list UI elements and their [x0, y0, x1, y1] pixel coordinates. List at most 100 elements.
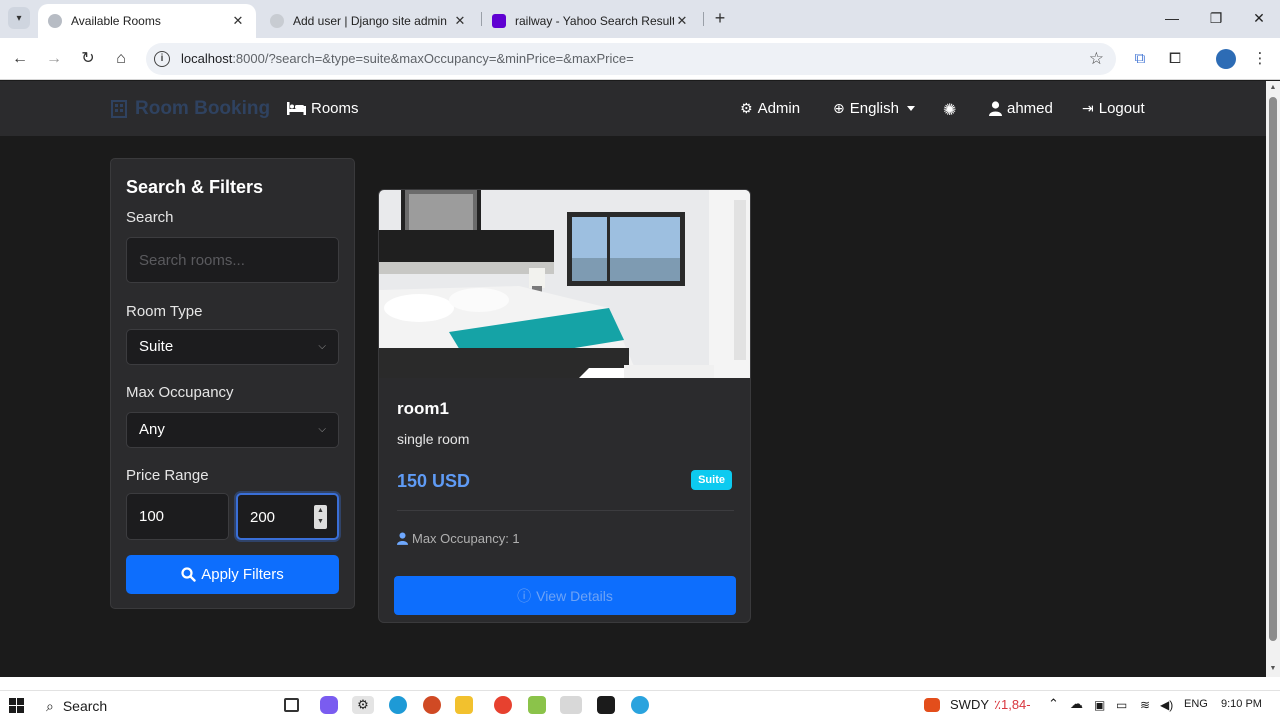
chrome-icon[interactable]: [494, 696, 512, 714]
gear-icon: ⚙: [740, 100, 753, 116]
tab-yahoo-search[interactable]: railway - Yahoo Search Results ✕: [482, 4, 700, 38]
globe-icon: ⊕: [833, 100, 845, 116]
notepad-icon[interactable]: [528, 696, 546, 714]
reload-icon[interactable]: ↻: [77, 48, 99, 70]
max-occupancy-value: Any: [139, 421, 165, 438]
tab-title: railway - Yahoo Search Results: [515, 14, 674, 28]
back-icon[interactable]: ←: [9, 48, 31, 70]
min-price-input[interactable]: 100: [126, 493, 229, 540]
nav-admin[interactable]: ⚙ Admin: [740, 100, 800, 117]
file-explorer-icon[interactable]: [455, 696, 473, 714]
volume-icon[interactable]: ◀): [1160, 698, 1173, 712]
wifi-icon[interactable]: ≋: [1140, 698, 1150, 712]
close-tab-icon[interactable]: ✕: [674, 13, 690, 29]
address-bar[interactable]: i localhost:8000/?search=&type=suite&max…: [146, 43, 1116, 75]
powerpoint-icon[interactable]: [423, 696, 441, 714]
close-tab-icon[interactable]: ✕: [452, 13, 468, 29]
minimize-icon[interactable]: —: [1162, 8, 1182, 28]
site-navbar: Room Booking Rooms ⚙ Admin ⊕ English ✺ a…: [0, 81, 1266, 136]
apply-filters-button[interactable]: Apply Filters: [126, 555, 339, 594]
room-type-value: Suite: [139, 338, 174, 355]
chevron-down-icon: ⌵: [318, 424, 326, 435]
scroll-up-icon[interactable]: ▲: [1269, 84, 1277, 91]
forward-icon[interactable]: →: [43, 48, 65, 70]
number-spinner[interactable]: ▲ ▼: [314, 505, 327, 529]
filters-panel: Search & Filters Search Room Type Suite …: [110, 158, 355, 609]
view-details-button[interactable]: ⓘ View Details: [394, 576, 736, 615]
max-price-input[interactable]: 200 ▲ ▼: [236, 493, 339, 540]
brand-link[interactable]: Room Booking: [110, 98, 270, 120]
page-scrollbar[interactable]: ▲ ▼: [1266, 81, 1280, 677]
scroll-down-icon[interactable]: ▼: [1269, 665, 1277, 672]
room-type-select[interactable]: Suite ⌵: [126, 329, 339, 365]
nav-language-dropdown[interactable]: ⊕ English: [833, 100, 915, 117]
stock-change: ٪1,84-: [994, 697, 1031, 712]
scroll-thumb[interactable]: [1269, 97, 1277, 641]
nav-language-label: English: [849, 100, 899, 117]
chrome-active-icon[interactable]: [560, 696, 582, 714]
theme-toggle[interactable]: ✺: [943, 100, 961, 120]
max-price-value: 200: [250, 509, 276, 526]
card-divider: [397, 510, 734, 511]
search-input[interactable]: [126, 237, 339, 283]
close-window-icon[interactable]: ✕: [1249, 8, 1269, 28]
windows-start-icon[interactable]: [9, 698, 24, 713]
restore-icon[interactable]: ❐: [1206, 8, 1226, 28]
keyboard-language[interactable]: ENG: [1184, 698, 1208, 710]
stock-ticker[interactable]: SWDY: [950, 697, 989, 712]
site-info-icon[interactable]: i: [154, 51, 170, 67]
telegram-icon[interactable]: [631, 696, 649, 714]
close-tab-icon[interactable]: ✕: [230, 13, 246, 29]
nav-user[interactable]: ahmed: [989, 100, 1053, 117]
taskbar-search-label: Search: [62, 698, 108, 714]
bookmark-star-icon[interactable]: ☆: [1089, 49, 1104, 69]
stock-widget-icon[interactable]: [924, 698, 940, 712]
room-occupancy: Max Occupancy: 1: [397, 531, 520, 546]
tab-search-button[interactable]: ▾: [8, 7, 30, 29]
settings-app-icon[interactable]: ⚙: [352, 696, 374, 714]
clock[interactable]: 9:10 PM: [1221, 698, 1262, 710]
search-icon: ⌕: [46, 697, 54, 714]
nav-admin-label: Admin: [757, 100, 801, 117]
chevron-down-icon: ⌵: [318, 341, 326, 352]
edge-icon[interactable]: [389, 696, 407, 714]
taskbar-search[interactable]: ⌕ Search: [46, 695, 107, 717]
nav-rooms-label: Rooms: [311, 100, 359, 117]
cloud-icon[interactable]: ☁: [1070, 696, 1083, 712]
room-name: room1: [397, 399, 449, 418]
profile-avatar[interactable]: [1216, 49, 1236, 69]
room-photo: [379, 190, 750, 378]
room-price: 150 USD: [397, 471, 471, 491]
new-tab-button[interactable]: +: [710, 8, 730, 28]
room-card: room1 single room 150 USD Suite Max Occu…: [378, 189, 751, 623]
tab-django-admin[interactable]: Add user | Django site admin ✕: [260, 4, 478, 38]
logout-icon: ⇥: [1082, 100, 1094, 116]
room-type-label: Room Type: [126, 303, 203, 320]
url-text[interactable]: localhost:8000/?search=&type=suite&maxOc…: [181, 51, 634, 66]
caret-down-icon: [906, 106, 915, 111]
terminal-icon[interactable]: [597, 696, 615, 714]
chevron-up-icon[interactable]: ⌃: [1048, 696, 1059, 712]
globe-icon: [270, 14, 284, 28]
translate-icon[interactable]: ⧉: [1130, 49, 1150, 69]
max-occupancy-select[interactable]: Any ⌵: [126, 412, 339, 448]
nav-logout[interactable]: ⇥ Logout: [1082, 100, 1145, 117]
meet-icon[interactable]: ▣: [1094, 698, 1105, 712]
menu-icon[interactable]: ⋮: [1250, 49, 1270, 69]
max-occupancy-label: Max Occupancy: [126, 384, 234, 401]
extensions-icon[interactable]: ⧠: [1165, 49, 1185, 69]
copilot-icon[interactable]: [320, 696, 338, 714]
room-description: single room: [397, 431, 470, 447]
info-circle-icon: ⓘ: [517, 587, 532, 604]
nav-rooms[interactable]: Rooms: [287, 100, 359, 117]
task-view-icon[interactable]: [284, 698, 299, 712]
brand-text: Room Booking: [135, 98, 271, 119]
tab-title: Available Rooms: [71, 14, 161, 28]
user-icon: [397, 532, 408, 545]
tab-available-rooms[interactable]: Available Rooms ✕: [38, 4, 256, 38]
browser-tabstrip: ▾ Available Rooms ✕ Add user | Django si…: [0, 0, 1280, 38]
apply-filters-label: Apply Filters: [201, 566, 284, 583]
tab-separator: [703, 12, 704, 26]
home-icon[interactable]: ⌂: [110, 48, 132, 70]
battery-icon[interactable]: ▭: [1116, 698, 1127, 712]
